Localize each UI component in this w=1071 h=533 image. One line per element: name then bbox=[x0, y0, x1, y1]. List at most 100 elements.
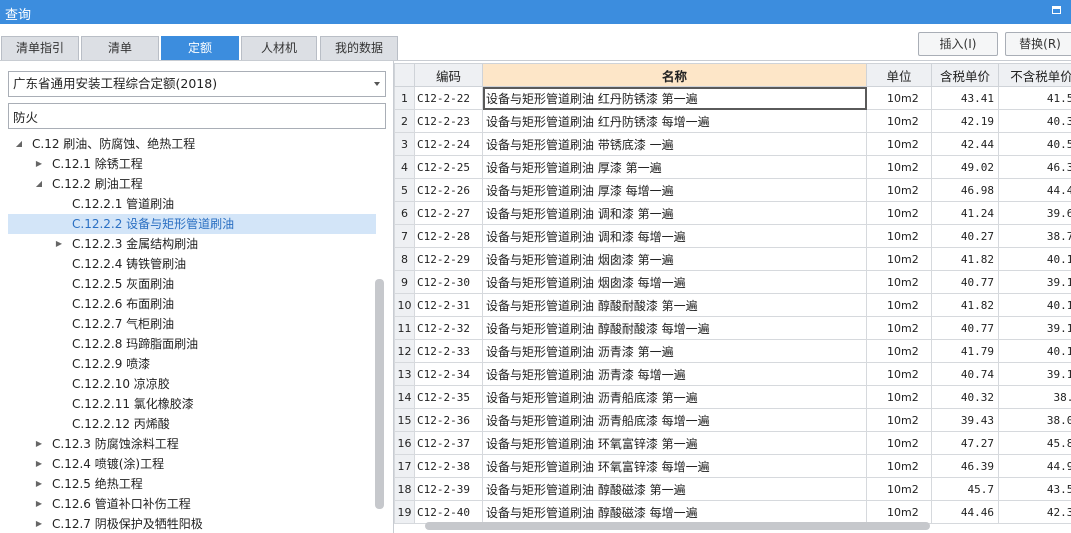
tree-item[interactable]: C.12.2.12 丙烯酸 bbox=[8, 414, 376, 434]
unit-cell[interactable]: 10m2 bbox=[866, 500, 932, 524]
table-row[interactable]: 13 C12-2-34 设备与矩形管道刷油 沥青漆 每增一遍 10m2 40.74 39.… bbox=[394, 362, 1071, 386]
expand-arrow-icon[interactable]: ▶ bbox=[34, 474, 44, 494]
table-row[interactable]: 15 C12-2-36 设备与矩形管道刷油 沥青船底漆 每增一遍 10m2 39.43 3… bbox=[394, 408, 1071, 432]
name-cell[interactable]: 设备与矩形管道刷油 醇酸磁漆 每增一遍 bbox=[482, 500, 867, 524]
expand-arrow-icon[interactable]: ▶ bbox=[34, 154, 44, 174]
tree-item[interactable]: C.12.2.8 玛蹄脂面刷油 bbox=[8, 334, 376, 354]
header-unit[interactable]: 单位 bbox=[866, 63, 932, 87]
name-cell[interactable]: 设备与矩形管道刷油 厚漆 第一遍 bbox=[482, 155, 867, 179]
table-row[interactable]: 12C12-2-33设备与矩形管道刷油 沥青漆 第一遍10m241.7940.1… bbox=[394, 339, 1071, 363]
name-cell[interactable]: 设备与矩形管道刷油 调和漆 每增一遍 bbox=[482, 224, 867, 248]
tax-price-cell[interactable]: 43.41 bbox=[931, 86, 999, 110]
tab-quota[interactable]: 定额 bbox=[161, 36, 239, 60]
tab-bill[interactable]: 清单 bbox=[81, 36, 159, 60]
expand-arrow-icon[interactable]: ▶ bbox=[34, 514, 44, 533]
tree-item[interactable]: ▶ C.12.1 除锈工程 bbox=[8, 154, 376, 174]
tax-price-cell[interactable]: 49.02 bbox=[931, 155, 999, 179]
table-row[interactable]: 4C12-2-25设备与矩形管道刷油 厚漆 第一遍10m249.0246.37 bbox=[394, 155, 1071, 179]
table-row[interactable]: 10 C12-2-31 设备与矩形管道刷油 醇酸耐酸漆 第一遍 10m2 41.82 40… bbox=[394, 293, 1071, 317]
unit-cell[interactable]: 10m2 bbox=[866, 178, 932, 202]
unit-cell[interactable]: 10m2 bbox=[866, 155, 932, 179]
row-number-cell[interactable]: 12 bbox=[394, 339, 415, 363]
notax-price-cell[interactable]: 38.73 bbox=[998, 224, 1071, 248]
tree-item[interactable]: C.12.2.1 管道刷油 bbox=[8, 194, 376, 214]
header-notax-price[interactable]: 不含税单价 bbox=[998, 63, 1071, 87]
code-cell[interactable]: C12-2-29 bbox=[414, 247, 483, 271]
grid-scrollbar-thumb[interactable] bbox=[425, 522, 930, 530]
tax-price-cell[interactable]: 41.82 bbox=[931, 247, 999, 271]
unit-cell[interactable]: 10m2 bbox=[866, 339, 932, 363]
restore-window-icon[interactable] bbox=[1052, 6, 1061, 14]
name-cell[interactable]: 设备与矩形管道刷油 沥青漆 每增一遍 bbox=[482, 362, 867, 386]
code-cell[interactable]: C12-2-23 bbox=[414, 109, 483, 133]
notax-price-cell[interactable]: 45.84 bbox=[998, 431, 1071, 455]
notax-price-cell[interactable]: 39.16 bbox=[998, 270, 1071, 294]
unit-cell[interactable]: 10m2 bbox=[866, 362, 932, 386]
table-row[interactable]: 14 C12-2-35 设备与矩形管道刷油 沥青船底漆 第一遍 10m2 40.32 38… bbox=[394, 385, 1071, 409]
name-cell[interactable]: 设备与矩形管道刷油 调和漆 第一遍 bbox=[482, 201, 867, 225]
expand-arrow-icon[interactable]: ▶ bbox=[34, 434, 44, 454]
code-cell[interactable]: C12-2-36 bbox=[414, 408, 483, 432]
code-cell[interactable]: C12-2-34 bbox=[414, 362, 483, 386]
collapse-arrow-icon[interactable]: ◢ bbox=[34, 174, 44, 194]
name-cell[interactable]: 设备与矩形管道刷油 沥青船底漆 第一遍 bbox=[482, 385, 867, 409]
tax-price-cell[interactable]: 40.32 bbox=[931, 385, 999, 409]
code-cell[interactable]: C12-2-33 bbox=[414, 339, 483, 363]
tax-price-cell[interactable]: 40.77 bbox=[931, 316, 999, 340]
tree-item[interactable]: C.12.2.5 灰面刷油 bbox=[8, 274, 376, 294]
tax-price-cell[interactable]: 42.44 bbox=[931, 132, 999, 156]
table-row[interactable]: 7C12-2-28设备与矩形管道刷油 调和漆 每增一遍10m240.2738.7… bbox=[394, 224, 1071, 248]
notax-price-cell[interactable]: 40.19 bbox=[998, 293, 1071, 317]
name-cell[interactable]: 设备与矩形管道刷油 红丹防锈漆 第一遍 bbox=[482, 86, 867, 110]
row-number-cell[interactable]: 14 bbox=[394, 385, 415, 409]
tax-price-cell[interactable]: 41.79 bbox=[931, 339, 999, 363]
tree-item[interactable]: ◢ C.12.2 刷油工程 bbox=[8, 174, 376, 194]
tree-item[interactable]: ▶ C.12.6 管道补口补伤工程 bbox=[8, 494, 376, 514]
tab-labor-material-machine[interactable]: 人材机 bbox=[241, 36, 317, 60]
code-cell[interactable]: C12-2-24 bbox=[414, 132, 483, 156]
row-number-cell[interactable]: 6 bbox=[394, 201, 415, 225]
name-cell[interactable]: 设备与矩形管道刷油 醇酸磁漆 第一遍 bbox=[482, 477, 867, 501]
chevron-down-icon[interactable] bbox=[374, 82, 380, 86]
table-row[interactable]: 11 C12-2-32 设备与矩形管道刷油 醇酸耐酸漆 每增一遍 10m2 40.77 3… bbox=[394, 316, 1071, 340]
code-cell[interactable]: C12-2-22 bbox=[414, 86, 483, 110]
name-cell[interactable]: 设备与矩形管道刷油 厚漆 每增一遍 bbox=[482, 178, 867, 202]
unit-cell[interactable]: 10m2 bbox=[866, 408, 932, 432]
row-number-cell[interactable]: 7 bbox=[394, 224, 415, 248]
tab-bill-guide[interactable]: 清单指引 bbox=[1, 36, 79, 60]
code-cell[interactable]: C12-2-37 bbox=[414, 431, 483, 455]
replace-button[interactable]: 替换(R) bbox=[1005, 32, 1071, 56]
tax-price-cell[interactable]: 44.46 bbox=[931, 500, 999, 524]
unit-cell[interactable]: 10m2 bbox=[866, 316, 932, 340]
header-name[interactable]: 名称 bbox=[482, 63, 867, 87]
unit-cell[interactable]: 10m2 bbox=[866, 270, 932, 294]
row-number-cell[interactable]: 15 bbox=[394, 408, 415, 432]
row-number-cell[interactable]: 8 bbox=[394, 247, 415, 271]
tree-item[interactable]: ▶ C.12.2.3 金属结构刷油 bbox=[8, 234, 376, 254]
name-cell[interactable]: 设备与矩形管道刷油 烟囱漆 第一遍 bbox=[482, 247, 867, 271]
name-cell[interactable]: 设备与矩形管道刷油 醇酸耐酸漆 每增一遍 bbox=[482, 316, 867, 340]
row-number-cell[interactable]: 2 bbox=[394, 109, 415, 133]
tree-item[interactable]: C.12.2.4 铸铁管刷油 bbox=[8, 254, 376, 274]
name-cell[interactable]: 设备与矩形管道刷油 沥青漆 第一遍 bbox=[482, 339, 867, 363]
tax-price-cell[interactable]: 39.43 bbox=[931, 408, 999, 432]
code-cell[interactable]: C12-2-28 bbox=[414, 224, 483, 248]
table-row[interactable]: 19 C12-2-40 设备与矩形管道刷油 醇酸磁漆 每增一遍 10m2 44.46 42… bbox=[394, 500, 1071, 524]
notax-price-cell[interactable]: 40.38 bbox=[998, 109, 1071, 133]
notax-price-cell[interactable]: 39.16 bbox=[998, 316, 1071, 340]
tree-item[interactable]: ▶ C.12.4 喷镀(涂)工程 bbox=[8, 454, 376, 474]
table-row[interactable]: 9C12-2-30设备与矩形管道刷油 烟囱漆 每增一遍10m240.7739.1… bbox=[394, 270, 1071, 294]
code-cell[interactable]: C12-2-38 bbox=[414, 454, 483, 478]
table-row[interactable]: 17 C12-2-38 设备与矩形管道刷油 环氧富锌漆 每增一遍 10m2 46.39 4… bbox=[394, 454, 1071, 478]
notax-price-cell[interactable]: 44.49 bbox=[998, 178, 1071, 202]
notax-price-cell[interactable]: 43.51 bbox=[998, 477, 1071, 501]
code-cell[interactable]: C12-2-32 bbox=[414, 316, 483, 340]
expand-arrow-icon[interactable]: ▶ bbox=[34, 454, 44, 474]
row-number-cell[interactable]: 5 bbox=[394, 178, 415, 202]
tax-price-cell[interactable]: 40.27 bbox=[931, 224, 999, 248]
code-cell[interactable]: C12-2-39 bbox=[414, 477, 483, 501]
row-number-cell[interactable]: 11 bbox=[394, 316, 415, 340]
tax-price-cell[interactable]: 47.27 bbox=[931, 431, 999, 455]
quota-library-select[interactable]: 广东省通用安装工程综合定额(2018) bbox=[8, 71, 386, 97]
table-row[interactable]: 6C12-2-27设备与矩形管道刷油 调和漆 第一遍10m241.2439.69 bbox=[394, 201, 1071, 225]
